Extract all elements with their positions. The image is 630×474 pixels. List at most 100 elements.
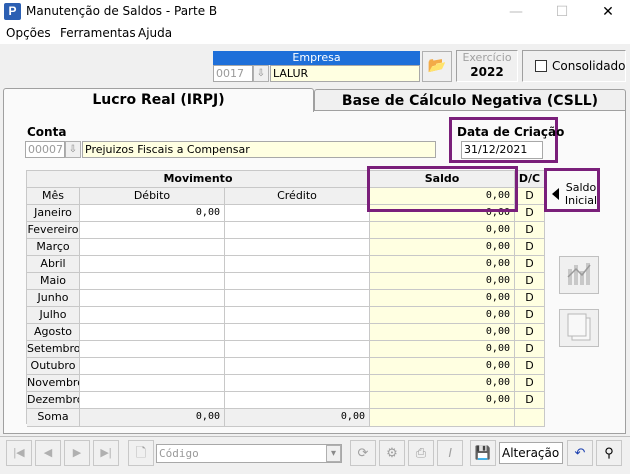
dc-cell[interactable]: D xyxy=(515,358,545,375)
saldo-cell[interactable]: 0,00 xyxy=(370,290,515,307)
dc-cell[interactable]: D xyxy=(515,256,545,273)
dc-cell[interactable]: D xyxy=(515,375,545,392)
refresh-icon[interactable]: ⟳ xyxy=(350,440,376,466)
month-cell: Abril xyxy=(27,256,80,273)
conta-code-field[interactable]: 00007 xyxy=(25,141,65,158)
conta-name-field[interactable]: Prejuizos Fiscais a Compensar xyxy=(82,141,436,158)
menu-ferramentas[interactable]: Ferramentas xyxy=(60,26,136,40)
debito-cell[interactable] xyxy=(80,222,225,239)
saldo-cell[interactable]: 0,00 xyxy=(370,256,515,273)
bar-chart-icon xyxy=(567,263,591,285)
tab-base-calculo-negativa[interactable]: Base de Cálculo Negativa (CSLL) xyxy=(314,89,626,111)
month-cell: Outubro xyxy=(27,358,80,375)
saldo-cell[interactable]: 0,00 xyxy=(370,375,515,392)
soma-saldo xyxy=(370,409,515,427)
dc-cell[interactable]: D xyxy=(515,324,545,341)
codigo-dropdown-icon[interactable]: ▾ xyxy=(326,445,341,462)
credito-cell[interactable] xyxy=(225,273,370,290)
saldo-inicial-label: Saldo Inicial xyxy=(564,181,598,207)
menu-opcoes[interactable]: Opções xyxy=(6,26,51,40)
credito-cell[interactable] xyxy=(225,290,370,307)
saldo-cell[interactable]: 0,00 xyxy=(370,307,515,324)
col-mes: Mês xyxy=(27,188,80,205)
save-icon[interactable]: 💾 xyxy=(470,440,496,466)
saldo-cell[interactable]: 0,00 xyxy=(370,273,515,290)
credito-cell[interactable] xyxy=(225,341,370,358)
credito-cell[interactable] xyxy=(225,205,370,222)
consolidado-checkbox[interactable] xyxy=(535,60,547,72)
debito-cell[interactable] xyxy=(80,307,225,324)
month-cell: Junho xyxy=(27,290,80,307)
saldo-cell[interactable]: 0,00 xyxy=(370,392,515,409)
window-title: Manutenção de Saldos - Parte B xyxy=(26,4,218,18)
saldo-cell[interactable]: 0,00 xyxy=(370,358,515,375)
saldo-cell[interactable]: 0,00 xyxy=(370,341,515,358)
saldo-cell[interactable]: 0,00 xyxy=(370,222,515,239)
menu-ajuda[interactable]: Ajuda xyxy=(138,26,172,40)
dc-cell[interactable]: D xyxy=(515,307,545,324)
saldo-highlight xyxy=(367,166,518,212)
app-icon: P xyxy=(4,3,21,20)
close-button[interactable]: ✕ xyxy=(586,0,630,24)
data-criacao-field[interactable]: 31/12/2021 xyxy=(461,141,543,159)
debito-cell[interactable] xyxy=(80,358,225,375)
arrow-left-icon xyxy=(552,188,559,200)
debito-cell[interactable] xyxy=(80,256,225,273)
first-record-icon[interactable]: |◀ xyxy=(6,440,32,466)
maximize-button[interactable]: ☐ xyxy=(540,0,584,24)
credito-cell[interactable] xyxy=(225,256,370,273)
empresa-code-field[interactable]: 0017 xyxy=(213,65,253,82)
saldo-cell[interactable]: 0,00 xyxy=(370,324,515,341)
saldo-cell[interactable]: 0,00 xyxy=(370,239,515,256)
chart-button[interactable] xyxy=(559,256,599,294)
last-record-icon[interactable]: ▶| xyxy=(93,440,119,466)
search-binoculars-icon[interactable]: ⚲ xyxy=(596,440,622,466)
folder-open-icon[interactable]: 📂 xyxy=(422,51,452,82)
italic-icon[interactable]: I xyxy=(437,440,463,466)
dc-cell[interactable]: D xyxy=(515,392,545,409)
credito-cell[interactable] xyxy=(225,324,370,341)
debito-cell[interactable] xyxy=(80,273,225,290)
header-dc: D/C xyxy=(515,171,545,188)
prev-record-icon[interactable]: ◀ xyxy=(35,440,61,466)
credito-cell[interactable] xyxy=(225,375,370,392)
tab-lucro-real[interactable]: Lucro Real (IRPJ) xyxy=(3,88,314,112)
dc-cell[interactable]: D xyxy=(515,341,545,358)
debito-cell[interactable] xyxy=(80,392,225,409)
col-debito: Débito xyxy=(80,188,225,205)
header-movimento: Movimento xyxy=(27,171,370,188)
debito-cell[interactable] xyxy=(80,239,225,256)
codigo-input[interactable]: Código xyxy=(156,444,342,463)
conta-lookup-icon[interactable]: ⇩ xyxy=(65,141,81,158)
empresa-lookup-icon[interactable]: ⇩ xyxy=(253,65,269,82)
dc-cell[interactable]: D xyxy=(515,239,545,256)
next-record-icon[interactable]: ▶ xyxy=(64,440,90,466)
credito-cell[interactable] xyxy=(225,358,370,375)
soma-dc xyxy=(515,409,545,427)
debito-cell[interactable] xyxy=(80,341,225,358)
saldo-inicial-dc[interactable]: D xyxy=(515,188,545,205)
minimize-button[interactable]: — xyxy=(494,0,538,24)
soma-credito: 0,00 xyxy=(225,409,370,427)
credito-cell[interactable] xyxy=(225,239,370,256)
credito-cell[interactable] xyxy=(225,222,370,239)
undo-icon[interactable]: ↶ xyxy=(567,440,593,466)
dc-cell[interactable]: D xyxy=(515,222,545,239)
new-document-icon[interactable]: 🗋 xyxy=(128,440,154,466)
month-cell: Dezembro xyxy=(27,392,80,409)
month-cell: Maio xyxy=(27,273,80,290)
debito-cell[interactable] xyxy=(80,324,225,341)
dc-cell[interactable]: D xyxy=(515,273,545,290)
consolidado-label[interactable]: Consolidado xyxy=(552,59,626,73)
debito-cell[interactable] xyxy=(80,290,225,307)
settings-icon[interactable]: ⚙ xyxy=(379,440,405,466)
copy-button[interactable] xyxy=(559,309,599,347)
empresa-name-field[interactable]: LALUR xyxy=(270,65,420,82)
debito-cell[interactable] xyxy=(80,375,225,392)
dc-cell[interactable]: D xyxy=(515,290,545,307)
credito-cell[interactable] xyxy=(225,307,370,324)
credito-cell[interactable] xyxy=(225,392,370,409)
dc-cell[interactable]: D xyxy=(515,205,545,222)
debito-cell[interactable]: 0,00 xyxy=(80,205,225,222)
print-icon[interactable]: ⎙ xyxy=(408,440,434,466)
